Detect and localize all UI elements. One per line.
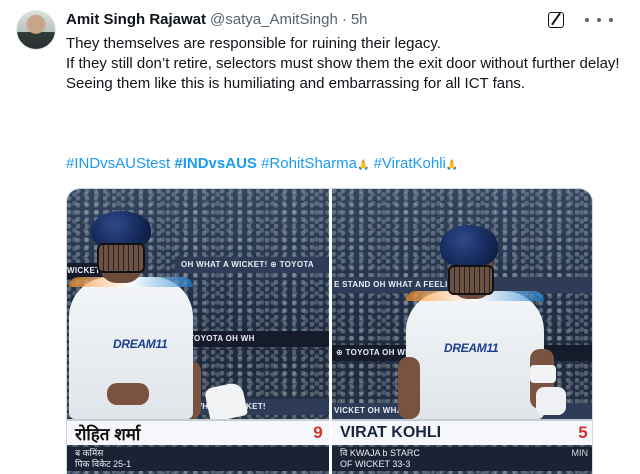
hashtag-link[interactable]: #INDvsAUS (174, 155, 257, 172)
name-strip: VIRAT KOHLI 5 (332, 419, 592, 445)
author-handle[interactable]: @satya_AmitSingh (210, 11, 338, 28)
minutes-label: MIN (571, 448, 589, 458)
tweet-timestamp[interactable]: 5h (351, 11, 368, 28)
glove (536, 387, 566, 415)
fall-of-wicket-line: पिक विकेट 25-1 (75, 459, 132, 469)
hashtag-link[interactable]: #ViratKohli (374, 155, 446, 172)
media-grid[interactable]: WICKET OH WHAT A WICKET! ⊕ TOYOTA TOYOTA… (66, 188, 593, 474)
tweet-line-4: Seeing them like this is humiliating and… (66, 75, 526, 92)
tweet-line-2: If they still don’t retire, selectors mu… (66, 55, 620, 72)
tweet-header: Amit Singh Rajawat @satya_AmitSingh · 5h (66, 11, 368, 31)
grok-icon[interactable] (548, 12, 564, 28)
media-image-kohli[interactable]: E STAND OH WHAT A FEELING ⊕ TOY ⊕ TOYOTA… (332, 189, 592, 474)
folded-hands-icon: 🙏 (445, 160, 459, 171)
media-image-rohit[interactable]: WICKET OH WHAT A WICKET! ⊕ TOYOTA TOYOTA… (67, 189, 329, 474)
tweet-text: They themselves are responsible for ruin… (66, 34, 626, 94)
avatar[interactable] (16, 10, 56, 50)
ad-board: TOYOTA OH WH (185, 331, 329, 347)
shirt-logo: DREAM11 (113, 337, 168, 351)
hashtag-row: #INDvsAUStest #INDvsAUS #RohitSharma🙏 #V… (66, 154, 458, 176)
hashtag-link[interactable]: #INDvsAUStest (66, 155, 170, 172)
dismissal-caption: ब कमिंस पिक विकेट 25-1 (67, 447, 329, 471)
more-icon[interactable] (585, 10, 613, 30)
name-strip: रोहित शर्मा 9 (67, 419, 329, 445)
header-separator: · (341, 11, 347, 28)
tweet-card[interactable]: Amit Singh Rajawat @satya_AmitSingh · 5h… (0, 0, 640, 474)
wristband (530, 365, 556, 383)
shirt-logo: DREAM11 (444, 341, 499, 355)
player-score: 9 (313, 423, 323, 442)
hashtag-link[interactable]: #RohitSharma (261, 155, 357, 172)
tweet-line-1: They themselves are responsible for ruin… (66, 35, 441, 52)
dismissal-line: ब कमिंस (75, 448, 104, 458)
author-name[interactable]: Amit Singh Rajawat (66, 11, 206, 28)
player-name-caption: रोहित शर्मा (75, 424, 141, 444)
ad-board: OH WHAT A WICKET! ⊕ TOYOTA (175, 257, 329, 273)
dismissal-line: वि KWAJA b STARC (340, 448, 420, 458)
player-score: 5 (578, 423, 588, 442)
fall-of-wicket-line: OF WICKET 33-3 (340, 459, 411, 469)
folded-hands-icon: 🙏 (356, 160, 370, 171)
dismissal-caption: वि KWAJA b STARC OF WICKET 33-3 MIN (332, 447, 592, 471)
player-name-caption: VIRAT KOHLI (340, 424, 442, 441)
